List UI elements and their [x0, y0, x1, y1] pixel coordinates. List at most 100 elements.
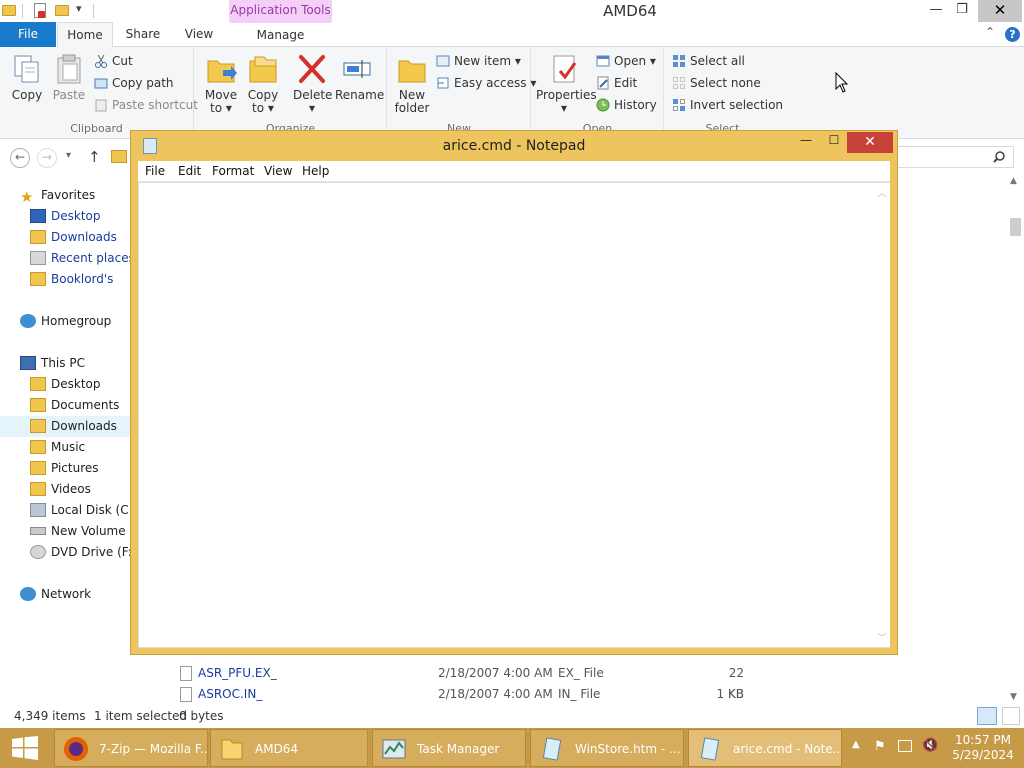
help-icon[interactable]: ? — [1005, 27, 1020, 42]
scroll-up-icon[interactable]: ▲ — [1010, 176, 1017, 186]
show-hidden-icons-icon[interactable]: ▲ — [852, 739, 860, 750]
menu-edit[interactable]: Edit — [178, 161, 201, 182]
select-none-button[interactable]: Select none — [672, 74, 761, 92]
volume-muted-icon[interactable]: 🔇 — [922, 738, 938, 753]
scroll-down-icon[interactable]: ▼ — [1010, 692, 1017, 702]
ribbon-collapse-icon[interactable]: ⌃ — [985, 25, 995, 39]
delete-button[interactable]: Delete ▾ — [293, 53, 332, 115]
notepad-menubar: File Edit Format View Help — [138, 161, 890, 182]
paste-button[interactable]: Paste — [50, 53, 88, 102]
nav-pc-dvd-drive[interactable]: DVD Drive (F:) C — [30, 542, 130, 563]
nav-fav-downloads[interactable]: Downloads — [30, 227, 117, 248]
back-button[interactable]: ← — [10, 148, 30, 168]
new-item-button[interactable]: New item ▾ — [436, 52, 521, 70]
copy-path-button[interactable]: Copy path — [94, 74, 174, 92]
paste-shortcut-button[interactable]: Paste shortcut — [94, 96, 198, 114]
rename-button[interactable]: Rename — [335, 53, 384, 102]
menu-format[interactable]: Format — [212, 161, 254, 182]
minimize-button[interactable]: — — [924, 0, 948, 22]
select-all-label: Select all — [690, 54, 745, 68]
select-all-button[interactable]: Select all — [672, 52, 745, 70]
start-button[interactable] — [0, 728, 52, 768]
restore-button[interactable]: ❐ — [950, 0, 974, 22]
invert-selection-button[interactable]: Invert selection — [672, 96, 783, 114]
file-date: 2/18/2007 4:00 AM — [438, 666, 553, 680]
nav-pc-new-volume[interactable]: New Volume (D — [30, 521, 130, 542]
nav-pc-documents[interactable]: Documents — [30, 395, 119, 416]
nav-pc-pictures[interactable]: Pictures — [30, 458, 99, 479]
invert-selection-icon — [673, 99, 685, 111]
tab-view[interactable]: View — [172, 22, 226, 47]
menu-help[interactable]: Help — [302, 161, 329, 182]
search-input[interactable] — [888, 146, 1014, 168]
select-all-icon — [673, 55, 685, 67]
nav-fav-downloads-label: Downloads — [51, 230, 117, 244]
nav-pc-local-disk[interactable]: Local Disk (C:) — [30, 500, 130, 521]
tab-share[interactable]: Share — [115, 22, 171, 47]
taskbar-item-winstore[interactable]: WinStore.htm - ... — [530, 729, 684, 767]
nav-pc-music[interactable]: Music — [30, 437, 85, 458]
taskbar-item-explorer-label: AMD64 — [255, 742, 299, 756]
open-button[interactable]: Open ▾ — [596, 52, 656, 70]
copy-to-button[interactable]: Copy to ▾ — [245, 53, 281, 115]
clock[interactable]: 10:57 PM 5/29/2024 — [948, 733, 1018, 763]
edit-button[interactable]: Edit — [596, 74, 637, 92]
scroll-up-icon[interactable]: ︿ — [874, 186, 890, 199]
details-view-icon[interactable] — [977, 707, 997, 725]
nav-fav-recent[interactable]: Recent places — [30, 248, 130, 269]
copy-button[interactable]: Copy — [6, 53, 48, 102]
easy-access-button[interactable]: Easy access ▾ — [436, 74, 536, 92]
nav-pc-videos[interactable]: Videos — [30, 479, 91, 500]
notepad-scrollbar[interactable]: ︿ ﹀ — [874, 183, 890, 647]
taskbar-item-task-manager[interactable]: Task Manager — [372, 729, 526, 767]
taskbar-item-firefox[interactable]: 7-Zip — Mozilla F... — [54, 729, 208, 767]
taskbar-item-notepad[interactable]: arice.cmd - Note... — [688, 729, 842, 767]
notepad-text-area[interactable]: ︿ ﹀ — [138, 182, 890, 648]
nav-fav-booklords[interactable]: Booklord's — [30, 269, 113, 290]
tab-home[interactable]: Home — [57, 22, 113, 48]
selected-count: 1 item selected — [94, 709, 188, 723]
move-to-button[interactable]: Move to ▾ — [203, 53, 239, 115]
network-icon[interactable] — [898, 740, 912, 752]
properties-button[interactable]: Properties ▾ — [536, 53, 597, 115]
tab-file[interactable]: File — [0, 22, 56, 47]
new-folder-button[interactable]: New folder — [394, 53, 430, 115]
downloads-icon — [30, 230, 46, 244]
nav-network[interactable]: Network — [20, 584, 91, 605]
file-list-scrollbar[interactable]: ▲ ▼ — [1007, 174, 1024, 704]
task-manager-icon — [382, 739, 406, 759]
homegroup-icon — [20, 314, 36, 328]
large-icons-view-icon[interactable] — [1002, 707, 1020, 725]
notepad-maximize-button[interactable]: ☐ — [823, 133, 845, 153]
selected-size: 0 bytes — [179, 709, 224, 723]
action-center-flag-icon[interactable]: ⚑ — [874, 739, 886, 754]
close-button[interactable]: ✕ — [978, 0, 1022, 22]
explorer-titlebar: ▾ AMD64 Application Tools — ❐ ✕ — [0, 0, 1024, 22]
scroll-down-icon[interactable]: ﹀ — [874, 631, 890, 644]
cut-button[interactable]: Cut — [94, 52, 133, 70]
nav-fav-recent-label: Recent places — [51, 251, 130, 265]
easy-access-icon — [437, 77, 449, 89]
notepad-minimize-button[interactable]: — — [795, 133, 817, 153]
menu-view[interactable]: View — [264, 161, 292, 182]
notepad-close-button[interactable]: ✕ — [847, 132, 893, 153]
file-row[interactable]: ASROC.IN_ 2/18/2007 4:00 AM IN_ File 1 K… — [172, 684, 1012, 705]
nav-fav-desktop-label: Desktop — [51, 209, 101, 223]
nav-favorites[interactable]: ★ Favorites — [20, 185, 95, 206]
history-button[interactable]: History — [596, 96, 657, 114]
group-organize: Move to ▾ Copy to ▾ Delete ▾ Rename Organiz… — [195, 47, 387, 139]
nav-homegroup[interactable]: Homegroup — [20, 311, 111, 332]
nav-this-pc[interactable]: This PC — [20, 353, 85, 374]
nav-fav-desktop[interactable]: Desktop — [30, 206, 101, 227]
up-button[interactable]: ↑ — [88, 148, 101, 166]
scrollbar-thumb[interactable] — [1010, 218, 1021, 236]
taskbar-item-explorer[interactable]: AMD64 — [210, 729, 368, 767]
nav-pc-downloads[interactable]: Downloads — [0, 416, 130, 437]
recent-locations-icon[interactable]: ▾ — [66, 150, 71, 161]
nav-pc-desktop[interactable]: Desktop — [30, 374, 101, 395]
forward-button[interactable]: → — [37, 148, 57, 168]
folder-icon — [111, 150, 127, 163]
menu-file[interactable]: File — [145, 161, 165, 182]
file-row[interactable]: ASR_PFU.EX_ 2/18/2007 4:00 AM EX_ File 2… — [172, 663, 1012, 701]
tab-manage[interactable]: Manage — [230, 22, 331, 47]
